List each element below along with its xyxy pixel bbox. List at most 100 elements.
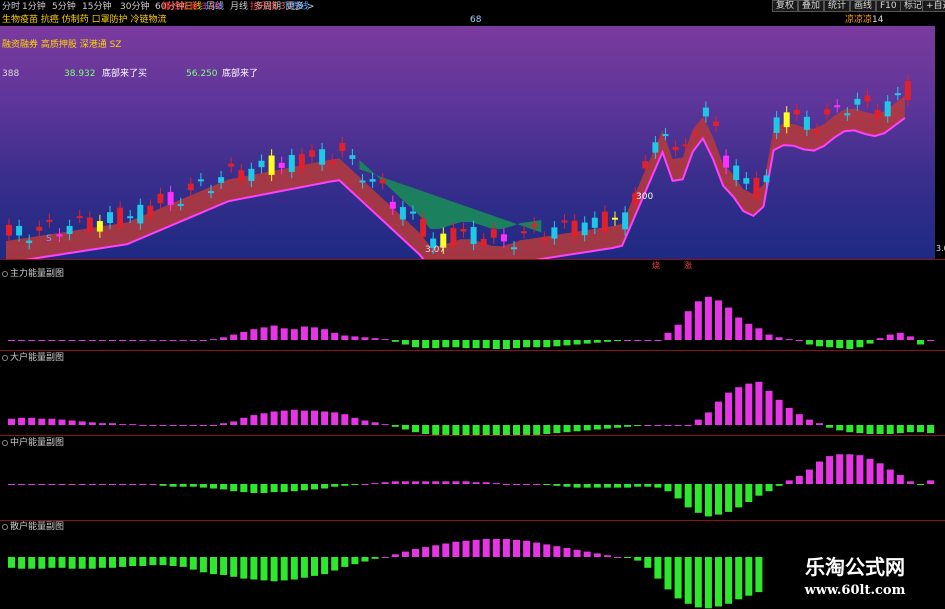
energy-bar bbox=[179, 340, 187, 341]
panel-mid bbox=[8, 454, 935, 517]
energy-bar bbox=[58, 340, 66, 341]
energy-bar bbox=[614, 557, 621, 558]
energy-bar bbox=[149, 557, 157, 566]
energy-bar bbox=[422, 425, 430, 434]
energy-bar bbox=[78, 484, 86, 485]
energy-bar bbox=[482, 340, 490, 349]
candle-body bbox=[713, 121, 719, 127]
energy-bar bbox=[684, 425, 692, 426]
energy-bar bbox=[119, 340, 127, 341]
energy-bar bbox=[109, 557, 116, 568]
energy-bar bbox=[543, 340, 551, 348]
energy-bar bbox=[68, 340, 76, 341]
energy-bar bbox=[674, 484, 682, 499]
energy-bar bbox=[311, 327, 318, 340]
candle-body bbox=[723, 155, 730, 168]
energy-bar bbox=[331, 412, 339, 425]
energy-bar bbox=[704, 484, 712, 517]
energy-bar bbox=[715, 401, 722, 425]
energy-bar bbox=[78, 421, 86, 425]
concept-tags-2: 融资融券 高质押股 深港通 SZ bbox=[2, 40, 122, 50]
energy-bar bbox=[826, 340, 834, 348]
energy-bar bbox=[563, 484, 571, 487]
energy-bar bbox=[664, 557, 672, 590]
energy-bar bbox=[179, 557, 187, 567]
energy-bar bbox=[583, 551, 591, 557]
energy-bar bbox=[917, 484, 924, 485]
energy-bar bbox=[119, 484, 127, 485]
energy-bar bbox=[583, 340, 591, 344]
candle-body bbox=[460, 228, 467, 232]
period-tab-1[interactable]: 1分钟 bbox=[22, 0, 46, 14]
toolbar-button-6[interactable]: +自选 bbox=[922, 0, 945, 12]
toolbar-button-1[interactable]: 叠加 bbox=[798, 0, 825, 12]
candle-body bbox=[511, 247, 517, 250]
energy-bar bbox=[109, 423, 116, 425]
candle-body bbox=[662, 134, 669, 137]
energy-bar bbox=[48, 340, 56, 341]
energy-bar bbox=[836, 340, 844, 349]
energy-bar bbox=[583, 484, 591, 488]
candle-body bbox=[733, 165, 740, 181]
energy-bar bbox=[321, 557, 329, 575]
energy-bar bbox=[533, 340, 541, 348]
kline-svg bbox=[6, 74, 911, 259]
energy-bar bbox=[250, 484, 258, 493]
energy-bar bbox=[704, 412, 712, 425]
energy-bar bbox=[18, 484, 26, 485]
candle-body bbox=[521, 231, 528, 234]
candle-body bbox=[218, 177, 225, 183]
energy-bar bbox=[321, 329, 329, 340]
energy-bar bbox=[482, 482, 490, 484]
period-tab-8[interactable]: 月线 bbox=[230, 0, 248, 14]
energy-bar bbox=[432, 425, 440, 435]
energy-bar bbox=[735, 484, 743, 508]
toolbar-button-4[interactable]: F10 bbox=[876, 0, 901, 12]
energy-bar bbox=[199, 557, 207, 573]
energy-bar bbox=[502, 340, 510, 349]
legend-item-1: -3.74 bbox=[200, 2, 224, 12]
energy-bar bbox=[573, 425, 581, 432]
energy-bar bbox=[553, 425, 561, 434]
energy-bar bbox=[48, 557, 56, 568]
candle-body bbox=[228, 163, 235, 167]
energy-bar bbox=[795, 475, 803, 484]
energy-bar bbox=[179, 484, 187, 487]
period-tab-0[interactable]: 分时 bbox=[2, 0, 20, 14]
main-kline-chart[interactable]: 融资融券 高质押股 深港通 SZ 388 38.932 底部来了买 56.250… bbox=[0, 26, 935, 259]
candle-body bbox=[652, 142, 659, 153]
energy-bar bbox=[68, 557, 76, 569]
energy-bar bbox=[917, 340, 924, 345]
candle-body bbox=[208, 191, 214, 194]
toolbar-button-0[interactable]: 复权 bbox=[772, 0, 799, 12]
energy-bar bbox=[775, 337, 783, 340]
energy-bar bbox=[684, 557, 692, 604]
energy-bar bbox=[189, 484, 197, 487]
period-tab-3[interactable]: 15分钟 bbox=[82, 0, 111, 14]
candle-body bbox=[137, 204, 144, 224]
energy-bar bbox=[816, 340, 823, 347]
toolbar-button-2[interactable]: 统计 bbox=[824, 0, 851, 12]
energy-bar bbox=[462, 481, 470, 484]
energy-bar bbox=[230, 334, 238, 340]
toolbar-button-3[interactable]: 画线 bbox=[850, 0, 877, 12]
period-tab-4[interactable]: 30分钟 bbox=[120, 0, 149, 14]
energy-bar bbox=[634, 425, 642, 426]
energy-bar bbox=[260, 557, 268, 581]
candle-body bbox=[763, 175, 770, 183]
period-tab-2[interactable]: 5分钟 bbox=[52, 0, 76, 14]
energy-bar bbox=[826, 456, 834, 484]
watermark-title: 乐淘公式网 bbox=[805, 555, 905, 579]
energy-bar bbox=[482, 539, 490, 557]
left-value: 388 bbox=[2, 69, 20, 79]
energy-bar bbox=[159, 340, 167, 341]
energy-bar bbox=[432, 340, 440, 349]
energy-bar bbox=[896, 475, 904, 484]
energy-bar bbox=[664, 425, 672, 426]
energy-bar bbox=[78, 340, 86, 341]
energy-bar bbox=[593, 425, 601, 430]
energy-bar bbox=[927, 425, 935, 434]
energy-bar bbox=[280, 557, 288, 581]
panel-main-force bbox=[8, 296, 935, 349]
energy-bar bbox=[38, 484, 46, 485]
